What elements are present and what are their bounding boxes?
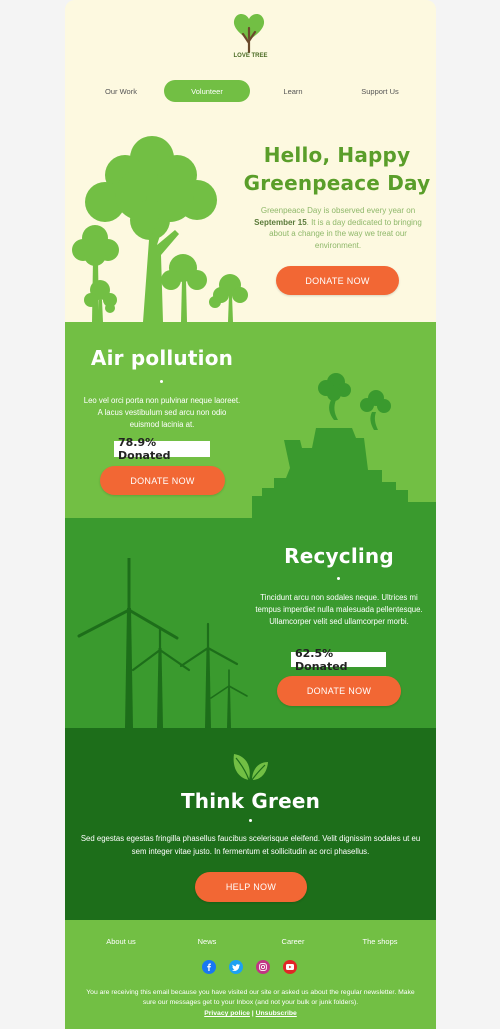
twitter-icon[interactable]: [229, 960, 243, 974]
nav-volunteer[interactable]: Volunteer: [164, 80, 250, 102]
nav-support-us[interactable]: Support Us: [341, 80, 419, 102]
heart-tree-logo-icon: [233, 13, 265, 54]
nav-learn[interactable]: Learn: [255, 80, 331, 102]
recycling-body: Tincidunt arcu non sodales neque. Ultric…: [255, 593, 423, 626]
air-title: Air pollution: [90, 346, 234, 370]
instagram-icon[interactable]: [256, 960, 270, 974]
recycling-section: Recycling Tincidunt arcu non sodales neq…: [65, 518, 436, 728]
think-title: Think Green: [180, 789, 321, 813]
wind-turbines-illustration: [77, 558, 248, 728]
think-body: Sed egestas egestas fringilla phasellus …: [80, 834, 421, 856]
facebook-icon[interactable]: [202, 960, 216, 974]
hero-title-line2: Greenpeace Day: [243, 171, 431, 195]
help-now-button[interactable]: HELP NOW: [195, 872, 307, 902]
air-donate-button[interactable]: DONATE NOW: [100, 466, 225, 495]
trees-illustration: [72, 136, 248, 322]
air-pollution-section: Air pollution Leo vel orci porta non pul…: [65, 322, 436, 518]
think-divider-dot: [249, 819, 252, 822]
privacy-policy-link[interactable]: Privacy police: [204, 1010, 250, 1017]
recycling-divider-dot: [337, 577, 340, 580]
logo-text: LOVE TREE: [233, 53, 268, 59]
footer-legal-links: Privacy police | Unsubscribe: [145, 1009, 356, 1019]
air-divider-dot: [160, 380, 163, 383]
youtube-icon[interactable]: [283, 960, 297, 974]
hero-section: LOVE TREE Our Work Volunteer Learn Suppo…: [65, 0, 436, 322]
footer-the-shops-link[interactable]: The shops: [347, 937, 413, 946]
leaf-icon: [233, 754, 268, 781]
hero-body: Greenpeace Day is observed every year on…: [254, 206, 422, 250]
hero-title-line1: Hello, Happy: [263, 143, 411, 167]
recycling-donate-button[interactable]: DONATE NOW: [277, 676, 401, 706]
nav-our-work[interactable]: Our Work: [83, 80, 159, 102]
hero-donate-button[interactable]: DONATE NOW: [276, 266, 399, 295]
recycling-donated-badge: 62.5% Donated: [291, 647, 386, 673]
think-green-section: Think Green Sed egestas egestas fringill…: [65, 728, 436, 920]
footer-notice: You are receiving this email because you…: [86, 989, 415, 1006]
recycling-title: Recycling: [284, 544, 394, 568]
unsubscribe-link[interactable]: Unsubscribe: [256, 1010, 297, 1017]
footer-about-us-link[interactable]: About us: [89, 937, 153, 946]
email-container: LOVE TREE Our Work Volunteer Learn Suppo…: [65, 0, 436, 1029]
footer-news-link[interactable]: News: [177, 937, 237, 946]
factory-illustration: [252, 373, 436, 518]
air-body: Leo vel orci porta non pulvinar neque la…: [83, 396, 241, 429]
air-donated-badge: 78.9% Donated: [114, 436, 210, 462]
hero-date: September 15: [254, 217, 307, 227]
footer-career-link[interactable]: Career: [263, 937, 323, 946]
